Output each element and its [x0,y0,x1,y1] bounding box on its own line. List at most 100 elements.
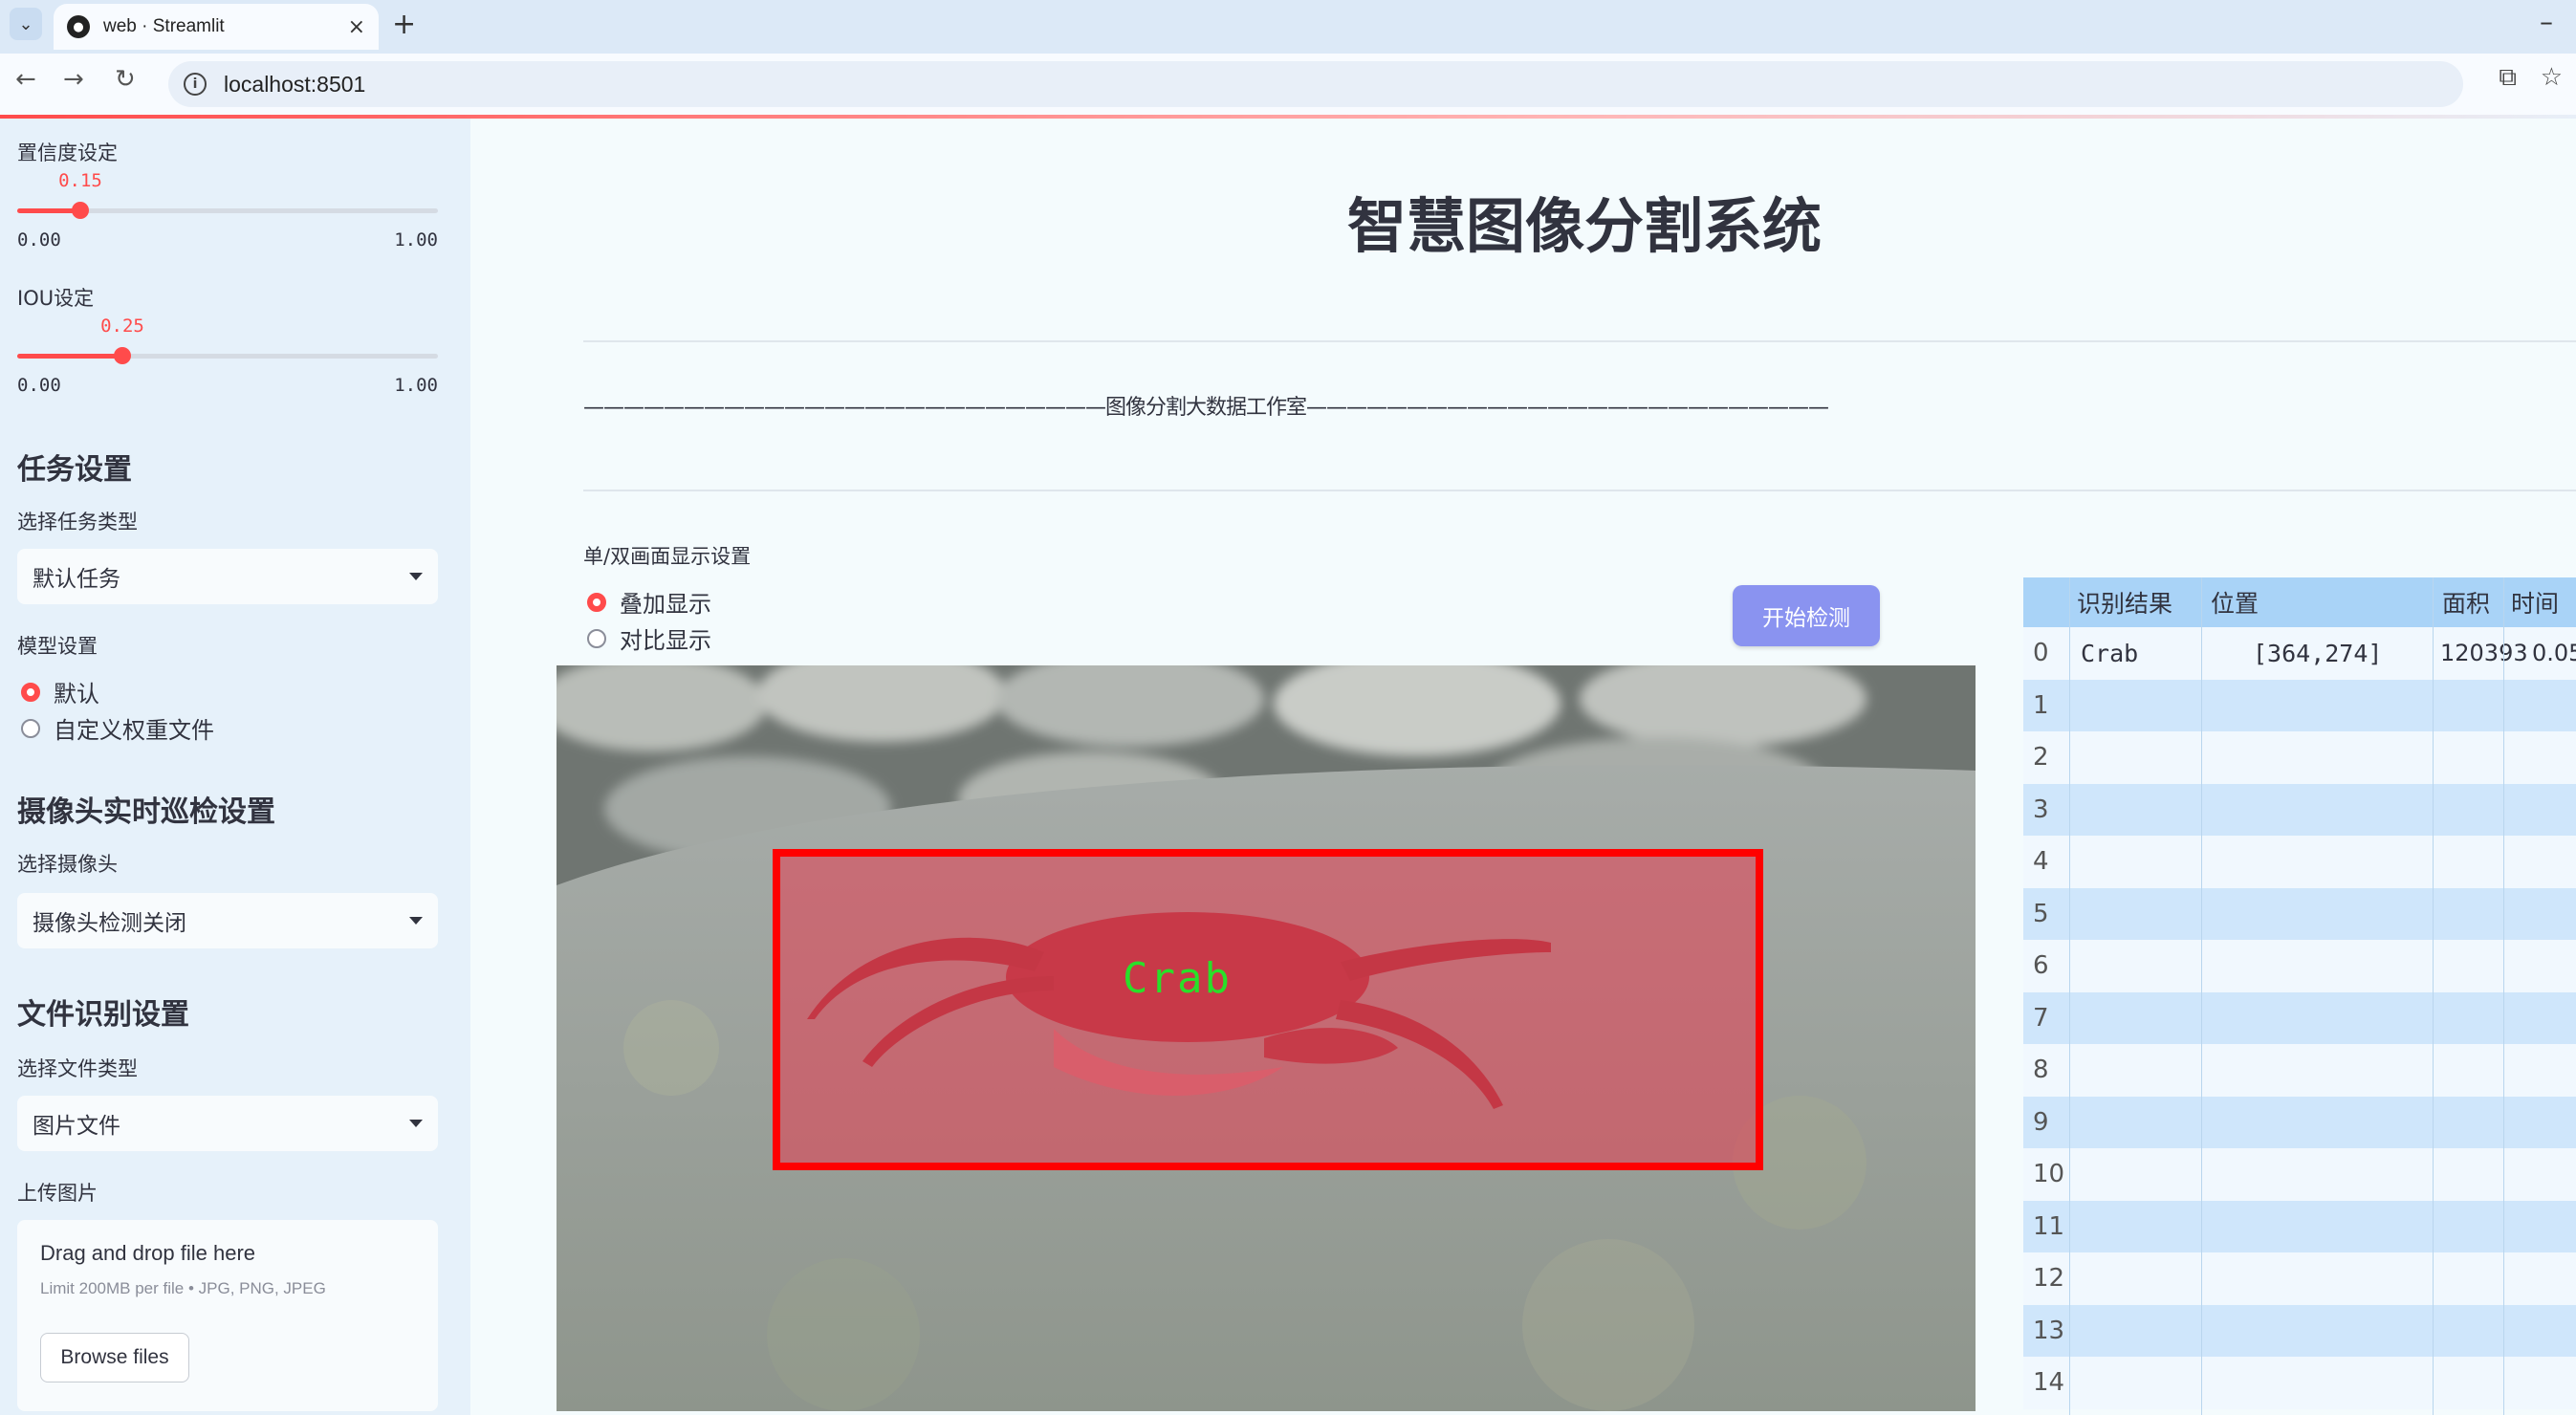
upload-image-label: 上传图片 [17,1182,98,1205]
reload-icon[interactable]: ↻ [115,65,136,94]
position-cell: [364,274] [2253,639,2383,667]
table-row[interactable]: 3 [2023,783,2576,836]
table-row[interactable]: 10 [2023,1148,2576,1201]
table-row[interactable]: 2 [2023,731,2576,784]
radio-unselected-icon[interactable] [587,628,606,648]
select-value: 默认任务 [33,567,120,592]
row-index-cell: 0 [2033,639,2049,668]
model-radio-custom-weights[interactable]: 自定义权重文件 [21,711,214,745]
detection-result-image: Crab [557,665,1976,1411]
slider-thumb[interactable] [72,202,89,219]
browser-toolbar: ← → ↻ i localhost:8501 ⧉ ☆ [0,54,2576,115]
task-type-select[interactable]: 默认任务 [17,549,438,604]
main-content: 智慧图像分割系统 ——————————————————————————图像分割大… [470,119,2576,1415]
streamlit-favicon-icon: ● [67,15,90,38]
file-type-select[interactable]: 图片文件 [17,1096,438,1151]
table-row[interactable]: 9 [2023,1096,2576,1148]
table-row[interactable]: 8 [2023,1044,2576,1097]
row-index-cell: 7 [2033,1003,2049,1033]
column-divider [2069,577,2070,1415]
sidebar: 置信度设定 0.15 0.00 1.00 IOU设定 0.25 0.00 1.0… [0,119,470,1415]
bookmark-star-icon[interactable]: ☆ [2541,63,2563,92]
close-tab-icon[interactable]: × [348,15,365,39]
row-index-cell: 4 [2033,847,2049,877]
area-cell: 120393 [2440,640,2528,667]
tab-strip: ⌄ ● web · Streamlit × + – [0,0,2576,50]
row-index-cell: 3 [2033,795,2049,824]
radio-unselected-icon[interactable] [21,718,40,738]
radio-label: 对比显示 [620,627,711,654]
select-value: 摄像头检测关闭 [33,911,186,936]
table-row[interactable]: 13 [2023,1304,2576,1357]
table-row[interactable]: 6 [2023,940,2576,992]
radio-selected-icon[interactable] [587,592,606,612]
row-index-cell: 9 [2033,1107,2049,1137]
start-detection-button[interactable]: 开始检测 [1733,585,1880,646]
address-bar[interactable]: i localhost:8501 [168,61,2463,107]
camera-select-label: 选择摄像头 [17,853,118,876]
column-header-position[interactable]: 位置 [2211,577,2259,627]
time-cell: 0.05 [2532,640,2576,667]
browser-tab[interactable]: ● web · Streamlit × [54,4,379,50]
slider-value: 0.15 [58,170,102,191]
table-row[interactable]: 1 [2023,679,2576,731]
slider-value: 0.25 [100,316,144,337]
slider-max: 1.00 [394,229,438,250]
display-mode-compare[interactable]: 对比显示 [587,621,711,655]
dropzone-limit-text: Limit 200MB per file • JPG, PNG, JPEG [40,1279,326,1297]
model-settings-label: 模型设置 [17,635,98,658]
slider-fill [17,354,122,359]
radio-label: 默认 [54,681,99,708]
column-divider [2433,577,2434,1415]
model-radio-default[interactable]: 默认 [21,675,99,708]
table-row[interactable]: 7 [2023,991,2576,1044]
detection-bounding-box [773,849,1763,1170]
confidence-label: 置信度设定 [17,142,118,164]
detection-class-label: Crab [1123,954,1232,1003]
site-info-icon[interactable]: i [184,73,207,96]
result-cell: Crab [2081,639,2139,667]
file-settings-heading: 文件识别设置 [17,998,189,1032]
tab-search-icon[interactable]: ⌄ [10,8,42,40]
table-row[interactable]: 0 Crab [364,274] 120393 0.05 [2023,627,2576,680]
new-tab-icon[interactable]: + [392,8,416,41]
row-index-cell: 6 [2033,951,2049,981]
file-dropzone[interactable]: Drag and drop file here Limit 200MB per … [17,1220,438,1411]
table-row[interactable]: 4 [2023,836,2576,888]
table-row[interactable]: 14 [2023,1357,2576,1409]
row-index-cell: 10 [2033,1160,2065,1189]
iou-slider[interactable]: 0.25 0.00 1.00 [17,316,438,396]
minimize-window-icon[interactable]: – [2540,6,2553,37]
results-table[interactable]: 识别结果 位置 面积 时间 0 Crab [364,274] 120393 0.05 1 2… [2023,577,2576,1415]
file-type-label: 选择文件类型 [17,1057,138,1080]
column-divider [2503,577,2504,1415]
row-index-cell: 2 [2033,743,2049,773]
radio-selected-icon[interactable] [21,682,40,702]
divider [583,340,2576,342]
iou-label: IOU设定 [17,287,95,310]
chevron-down-icon [409,1120,423,1127]
chevron-down-icon [409,917,423,925]
display-mode-overlay[interactable]: 叠加显示 [587,585,711,619]
table-row[interactable]: 11 [2023,1200,2576,1252]
radio-label: 叠加显示 [620,591,711,618]
back-icon[interactable]: ← [15,65,36,94]
column-header-area[interactable]: 面积 [2442,577,2490,627]
confidence-slider[interactable]: 0.15 0.00 1.00 [17,170,438,250]
slider-max: 1.00 [394,375,438,396]
table-row[interactable]: 5 [2023,887,2576,940]
task-settings-heading: 任务设置 [17,453,132,487]
camera-select[interactable]: 摄像头检测关闭 [17,893,438,948]
column-header-time[interactable]: 时间 [2511,577,2559,627]
table-header: 识别结果 位置 面积 时间 [2023,577,2576,627]
translate-icon[interactable]: ⧉ [2499,63,2517,93]
slider-thumb[interactable] [114,347,131,364]
select-value: 图片文件 [33,1114,120,1139]
row-index-cell: 12 [2033,1264,2065,1294]
forward-icon[interactable]: → [63,65,84,94]
table-row[interactable]: 12 [2023,1252,2576,1305]
display-mode-label: 单/双画面显示设置 [583,545,752,568]
column-header-result[interactable]: 识别结果 [2077,577,2172,627]
browse-files-button[interactable]: Browse files [40,1333,189,1382]
dropzone-title: Drag and drop file here [40,1241,256,1265]
